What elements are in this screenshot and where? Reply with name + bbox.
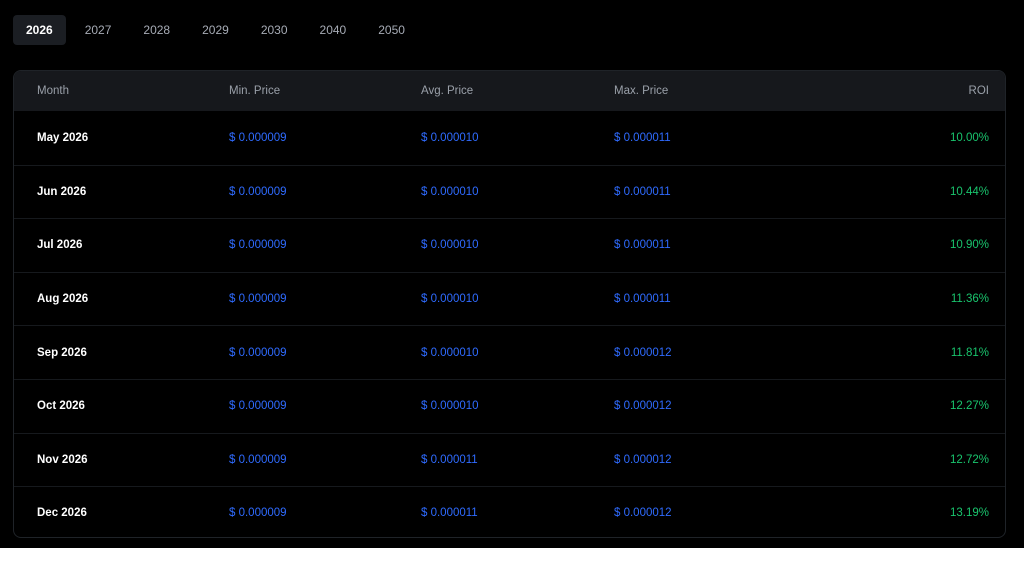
table-row: Oct 2026 $ 0.000009 $ 0.000010 $ 0.00001… [14, 378, 1005, 433]
cell-min-price: $ 0.000009 [229, 507, 287, 520]
table-row: May 2026 $ 0.000009 $ 0.000010 $ 0.00001… [14, 111, 1005, 165]
table-header: Month Min. Price Avg. Price Max. Price R… [14, 71, 1005, 111]
cell-roi: 10.44% [949, 185, 989, 198]
cell-max-price: $ 0.000012 [614, 400, 672, 413]
table-row: Jun 2026 $ 0.000009 $ 0.000010 $ 0.00001… [14, 164, 1005, 219]
tab-year-2028[interactable]: 2028 [130, 15, 183, 45]
app-window: 2026 2027 2028 2029 2030 2040 2050 Month… [0, 0, 1024, 548]
cell-min-price: $ 0.000009 [229, 293, 287, 306]
header-min-price: Min. Price [229, 85, 281, 97]
cell-avg-price: $ 0.000011 [421, 507, 478, 520]
cell-avg-price: $ 0.000010 [421, 131, 479, 144]
header-month: Month [37, 85, 69, 97]
cell-min-price: $ 0.000009 [229, 131, 287, 144]
table-body: May 2026 $ 0.000009 $ 0.000010 $ 0.00001… [14, 111, 1005, 537]
table-row: Nov 2026 $ 0.000009 $ 0.000011 $ 0.00001… [14, 432, 1005, 487]
cell-month: Oct 2026 [37, 400, 85, 413]
cell-avg-price: $ 0.000010 [421, 293, 479, 306]
cell-month: May 2026 [37, 131, 89, 144]
cell-month: Sep 2026 [37, 346, 87, 359]
table-row: Sep 2026 $ 0.000009 $ 0.000010 $ 0.00001… [14, 325, 1005, 379]
cell-min-price: $ 0.000009 [229, 400, 287, 413]
cell-max-price: $ 0.000012 [614, 507, 672, 520]
cell-month: Aug 2026 [37, 293, 89, 306]
tab-year-2050[interactable]: 2050 [365, 15, 418, 45]
price-prediction-table: Month Min. Price Avg. Price Max. Price R… [13, 70, 1006, 538]
table-row: Jul 2026 $ 0.000009 $ 0.000010 $ 0.00001… [14, 218, 1005, 272]
cell-avg-price: $ 0.000010 [421, 239, 479, 252]
tab-year-2027[interactable]: 2027 [72, 15, 125, 45]
cell-max-price: $ 0.000011 [614, 293, 671, 306]
header-max-price: Max. Price [614, 85, 669, 97]
cell-avg-price: $ 0.000011 [421, 453, 478, 466]
cell-min-price: $ 0.000009 [229, 185, 287, 198]
cell-min-price: $ 0.000009 [229, 346, 287, 359]
cell-roi: 10.00% [949, 131, 989, 144]
cell-max-price: $ 0.000012 [614, 453, 672, 466]
cell-min-price: $ 0.000009 [229, 239, 287, 252]
tab-year-2030[interactable]: 2030 [248, 15, 301, 45]
cell-max-price: $ 0.000011 [614, 239, 671, 252]
tab-year-2040[interactable]: 2040 [307, 15, 360, 45]
cell-roi: 10.90% [949, 239, 989, 252]
cell-roi: 11.36% [950, 293, 989, 306]
cell-roi: 11.81% [950, 346, 989, 359]
tab-year-2029[interactable]: 2029 [189, 15, 242, 45]
header-roi: ROI [968, 85, 989, 97]
cell-month: Jul 2026 [37, 239, 83, 252]
cell-month: Nov 2026 [37, 453, 88, 466]
header-avg-price: Avg. Price [421, 85, 474, 97]
cell-avg-price: $ 0.000010 [421, 185, 479, 198]
cell-max-price: $ 0.000011 [614, 131, 671, 144]
cell-roi: 12.72% [949, 453, 989, 466]
cell-min-price: $ 0.000009 [229, 453, 287, 466]
cell-max-price: $ 0.000012 [614, 346, 672, 359]
cell-month: Jun 2026 [37, 185, 87, 198]
table-row: Aug 2026 $ 0.000009 $ 0.000010 $ 0.00001… [14, 271, 1005, 326]
cell-month: Dec 2026 [37, 507, 87, 520]
tab-year-2026[interactable]: 2026 [13, 15, 66, 45]
cell-roi: 12.27% [949, 400, 989, 413]
cell-roi: 13.19% [949, 507, 989, 520]
cell-avg-price: $ 0.000010 [421, 346, 479, 359]
year-tabs: 2026 2027 2028 2029 2030 2040 2050 [13, 15, 418, 45]
cell-avg-price: $ 0.000010 [421, 400, 479, 413]
cell-max-price: $ 0.000011 [614, 185, 671, 198]
table-row: Dec 2026 $ 0.000009 $ 0.000011 $ 0.00001… [14, 486, 1005, 537]
